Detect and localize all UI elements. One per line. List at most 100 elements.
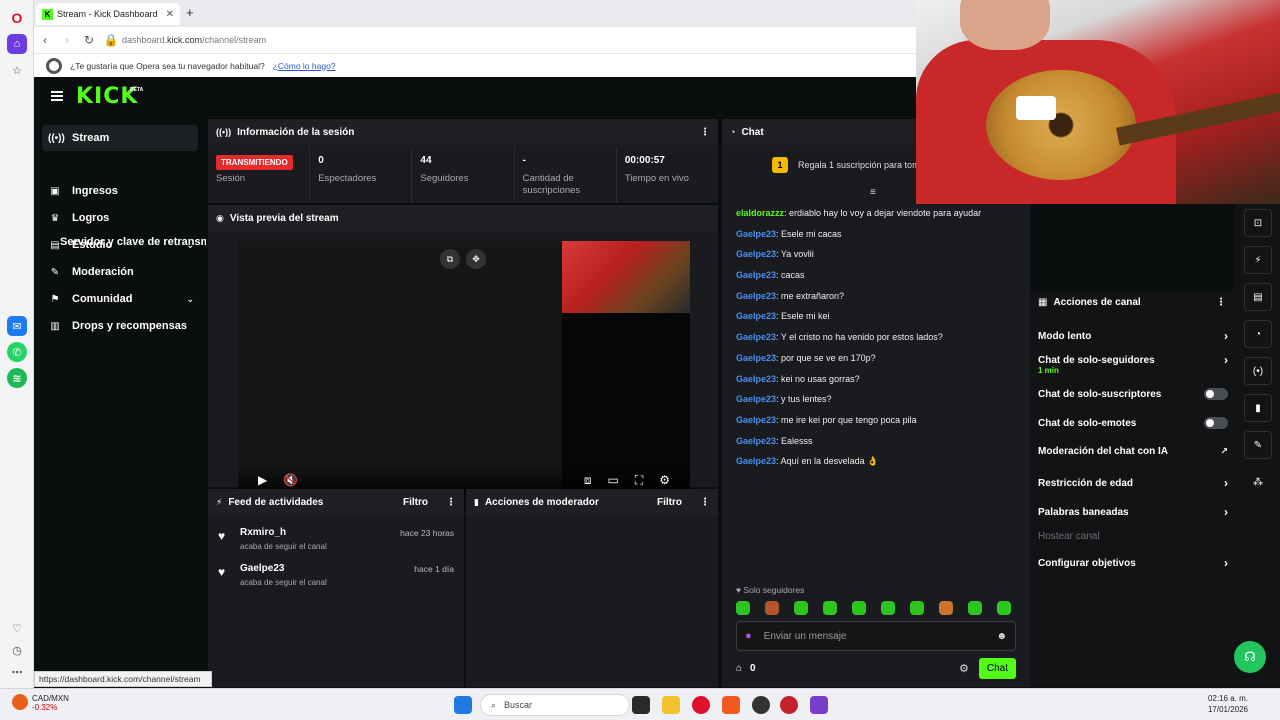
sidebar-item-moderacion[interactable]: ✎ Moderación: [42, 259, 198, 285]
emote-icon[interactable]: [852, 601, 866, 615]
action-followers-only[interactable]: Chat de solo-seguidores 1 min ›: [1038, 353, 1228, 375]
sidebar-item-stream[interactable]: ((•)) Stream: [42, 125, 198, 151]
help-icon[interactable]: ☊: [1234, 641, 1266, 673]
bolt-icon[interactable]: ⚡: [1244, 246, 1272, 274]
whatsapp-icon[interactable]: ✆: [7, 342, 27, 362]
pip-icon[interactable]: ▭: [607, 473, 618, 487]
store-icon[interactable]: ⌂: [736, 663, 742, 674]
home-icon[interactable]: ⌂: [7, 34, 27, 54]
chat-username[interactable]: Gaelpe23: [736, 249, 776, 259]
filter-lines-icon[interactable]: ≡: [870, 187, 876, 198]
windows-start-icon[interactable]: [454, 696, 472, 714]
new-tab-icon[interactable]: +: [186, 5, 194, 20]
action-age-restriction[interactable]: Restricción de edad ›: [1038, 476, 1228, 490]
heart-icon[interactable]: ♡: [7, 618, 27, 638]
more-options-icon[interactable]: ⋮: [446, 497, 456, 508]
action-emotes-only[interactable]: Chat de solo-emotes: [1038, 417, 1228, 429]
sidebar-item-ingresos[interactable]: ▣ Ingresos: [42, 178, 198, 204]
chat-username[interactable]: Gaelpe23: [736, 353, 776, 363]
wrench-icon[interactable]: ✎: [1244, 431, 1272, 459]
emote-icon[interactable]: [939, 601, 953, 615]
sidebar-item-drops[interactable]: ▥ Drops y recompensas: [42, 313, 198, 339]
emote-icon[interactable]: [736, 601, 750, 615]
chat-username[interactable]: Gaelpe23: [736, 456, 776, 466]
chat-icon[interactable]: ◔: [1244, 320, 1272, 348]
gift-sub-banner[interactable]: 1 Regala 1 suscripción para tom: [772, 157, 920, 173]
forward-icon[interactable]: ›: [56, 33, 78, 47]
more-options-icon[interactable]: ⋮: [700, 127, 710, 138]
action-slow-mode[interactable]: Modo lento ›: [1038, 329, 1228, 343]
spotify-icon[interactable]: ≋: [7, 368, 27, 388]
chat-username[interactable]: Gaelpe23: [736, 394, 776, 404]
emote-icon[interactable]: [823, 601, 837, 615]
app-icon[interactable]: [780, 696, 798, 714]
sidebar-item-logros[interactable]: ♛ Logros: [42, 205, 198, 231]
emote-icon[interactable]: [881, 601, 895, 615]
chat-username[interactable]: Gaelpe23: [736, 436, 776, 446]
fullscreen-icon[interactable]: ⛶: [635, 473, 643, 488]
toggle-switch[interactable]: [1204, 388, 1228, 400]
lock-icon[interactable]: 🔒: [100, 33, 122, 47]
star-icon[interactable]: ☆: [7, 60, 27, 80]
action-subscribers-only[interactable]: Chat de solo-suscriptores: [1038, 388, 1228, 400]
play-icon[interactable]: ▶: [258, 473, 267, 487]
emoji-icon[interactable]: ☻: [996, 631, 1007, 642]
clip-icon[interactable]: ⧈: [584, 473, 592, 488]
opera-logo-icon[interactable]: O: [7, 8, 27, 28]
chat-username[interactable]: Gaelpe23: [736, 270, 776, 280]
more-options-icon[interactable]: ⋮: [700, 497, 710, 508]
action-banned-words[interactable]: Palabras baneadas ›: [1038, 505, 1228, 519]
messenger-icon[interactable]: ✉: [7, 316, 27, 336]
chevron-down-icon[interactable]: ⌄: [186, 294, 194, 305]
mute-icon[interactable]: 🔇: [283, 473, 298, 487]
capture-icon[interactable]: ⊡: [1244, 209, 1272, 237]
shield-icon[interactable]: ▮: [1244, 394, 1272, 422]
emote-icon[interactable]: [794, 601, 808, 615]
chat-settings-icon[interactable]: ⚙: [959, 662, 969, 675]
stream-preview-video[interactable]: ⧉ ✥ ▶ 🔇 ⧈ ▭ ⛶ ⚙: [238, 241, 690, 495]
sidebar-item-comunidad[interactable]: ⚑ Comunidad ⌄: [42, 286, 198, 312]
emote-icon[interactable]: [968, 601, 982, 615]
browser-tab[interactable]: K Stream - Kick Dashboard ✕: [36, 3, 180, 25]
sidebar-item-estudio[interactable]: ▤ Estudio ⌄: [42, 232, 198, 258]
chat-username[interactable]: Gaelpe23: [736, 374, 776, 384]
chat-username[interactable]: Gaelpe23: [736, 291, 776, 301]
obs-icon[interactable]: [752, 696, 770, 714]
emote-icon[interactable]: [997, 601, 1011, 615]
chat-username[interactable]: Gaelpe23: [736, 415, 776, 425]
menu-icon[interactable]: [51, 91, 63, 101]
task-view-icon[interactable]: [632, 696, 650, 714]
more-options-icon[interactable]: ⋮: [1216, 297, 1226, 308]
apps-icon[interactable]: ⁂: [1244, 468, 1272, 496]
system-clock[interactable]: 02:16 a. m. 17/01/2026: [1200, 693, 1248, 715]
move-icon[interactable]: ✥: [466, 249, 486, 269]
chat-username[interactable]: Gaelpe23: [736, 332, 776, 342]
filter-button[interactable]: Filtro: [403, 497, 428, 508]
filter-button[interactable]: Filtro: [657, 497, 682, 508]
ticker-widget[interactable]: CAD/MXN -0.32%: [12, 694, 69, 712]
app-icon[interactable]: [810, 696, 828, 714]
emote-icon[interactable]: [765, 601, 779, 615]
action-ai-moderation[interactable]: Moderación del chat con IA ↗: [1038, 446, 1228, 457]
popout-icon[interactable]: ⧉: [440, 249, 460, 269]
document-icon[interactable]: ▤: [1244, 283, 1272, 311]
brave-icon[interactable]: [722, 696, 740, 714]
chat-username[interactable]: elaldorazzz: [736, 208, 784, 218]
chat-input[interactable]: ● Enviar un mensaje ☻: [736, 621, 1016, 651]
chevron-down-icon[interactable]: ⌄: [186, 240, 194, 251]
settings-icon[interactable]: ⚙: [659, 473, 670, 487]
file-explorer-icon[interactable]: [662, 696, 680, 714]
history-icon[interactable]: ◷: [7, 640, 27, 660]
broadcast-icon[interactable]: (•): [1244, 357, 1272, 385]
promo-link[interactable]: ¿Cómo lo hago?: [273, 61, 336, 71]
more-icon[interactable]: ⋯: [7, 662, 27, 682]
opera-taskbar-icon[interactable]: [692, 696, 710, 714]
microphone-icon[interactable]: ●: [745, 630, 752, 642]
action-goals[interactable]: Configurar objetivos ›: [1038, 556, 1228, 570]
emote-icon[interactable]: [910, 601, 924, 615]
reload-icon[interactable]: ↻: [78, 33, 100, 47]
chat-username[interactable]: Gaelpe23: [736, 311, 776, 321]
close-tab-icon[interactable]: ✕: [166, 9, 174, 20]
back-icon[interactable]: ‹: [34, 33, 56, 47]
chat-username[interactable]: Gaelpe23: [736, 229, 776, 239]
